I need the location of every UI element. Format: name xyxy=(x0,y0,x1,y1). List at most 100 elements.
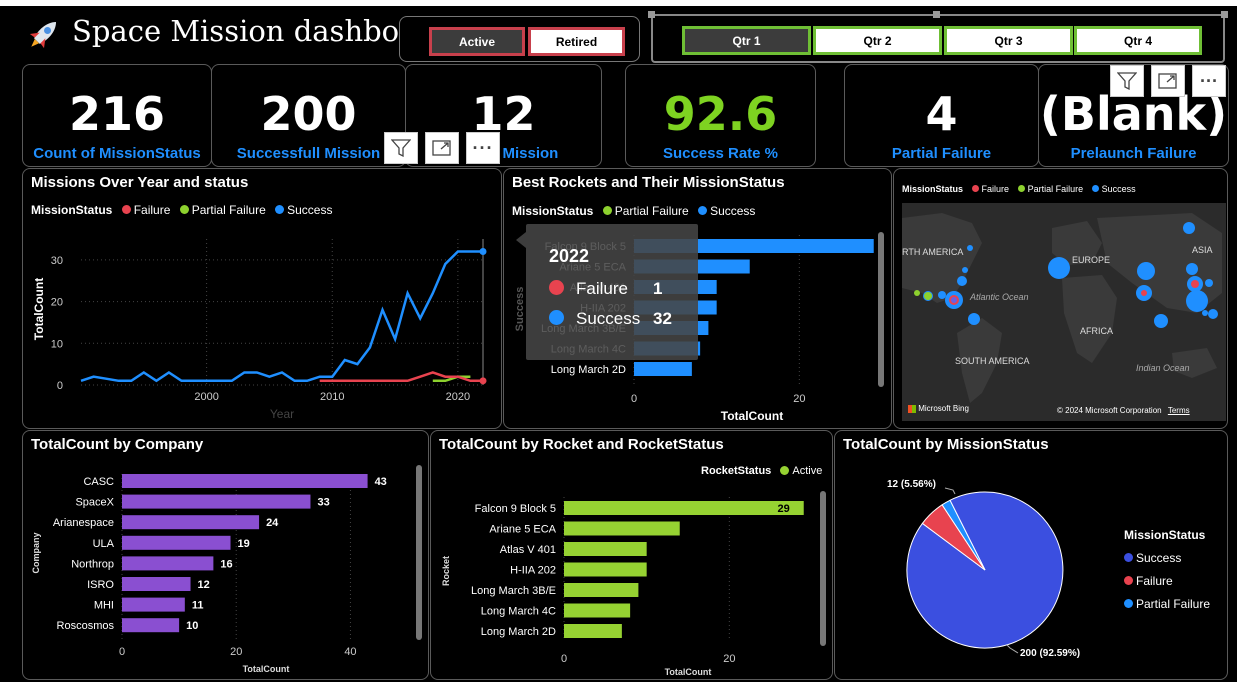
legend-failure-swatch xyxy=(1124,576,1133,586)
category-label: Long March 2D xyxy=(551,364,626,376)
bar xyxy=(122,556,214,571)
data-label: 12 xyxy=(198,579,210,591)
x-axis-title: Year xyxy=(270,407,294,421)
tooltip-label: Success xyxy=(576,309,641,328)
bar xyxy=(122,474,368,488)
data-label: 33 xyxy=(317,497,329,509)
y-axis-title: Company xyxy=(31,532,41,573)
qtr-1-button[interactable]: Qtr 1 xyxy=(682,26,811,55)
x-axis-title: TotalCount xyxy=(721,409,783,423)
category-label: Ariane 5 ECA xyxy=(489,524,556,536)
legend-label: Success xyxy=(1136,551,1182,565)
x-tick-label: 2000 xyxy=(194,391,218,403)
focus-mode-icon[interactable] xyxy=(1151,65,1185,97)
qtr-2-button[interactable]: Qtr 2 xyxy=(813,26,942,55)
bar xyxy=(564,603,631,618)
bar xyxy=(122,494,311,509)
bar xyxy=(564,521,680,536)
active-button[interactable]: Active xyxy=(429,27,525,56)
kpi-card-success-rate[interactable]: 92.6 Success Rate % xyxy=(625,64,816,167)
data-label: 19 xyxy=(238,538,250,550)
y-tick-label: 20 xyxy=(51,297,63,309)
vertical-scrollbar[interactable] xyxy=(878,232,884,387)
quarter-slicer: Qtr 1 Qtr 2 Qtr 3 Qtr 4 xyxy=(648,11,1228,63)
bar xyxy=(564,562,647,577)
category-label: MHI xyxy=(94,600,114,612)
map-terms-link[interactable]: Terms xyxy=(1168,406,1190,415)
bottom-edge xyxy=(0,682,1237,687)
x-axis-title: TotalCount xyxy=(243,664,290,674)
category-label: Falcon 9 Block 5 xyxy=(475,503,556,515)
legend-partial-failure: Partial Failure xyxy=(1027,184,1084,194)
vertical-scrollbar[interactable] xyxy=(820,491,826,646)
legend-failure: Failure xyxy=(981,184,1010,194)
y-axis-title: TotalCount xyxy=(32,278,46,340)
x-tick-label: 0 xyxy=(119,646,125,658)
company-chart-svg: Company TotalCount 0 20 40 CASC 43 SpaceX 33 Ar… xyxy=(31,474,387,674)
map-label-atlantic: Atlantic Ocean xyxy=(969,292,1029,302)
resize-handle-top[interactable] xyxy=(933,11,940,18)
tooltip-failure-swatch xyxy=(549,280,564,296)
more-options-icon[interactable]: ··· xyxy=(466,132,500,164)
map-label-indian-ocean: Indian Ocean xyxy=(1136,363,1190,373)
legend-label: Failure xyxy=(1136,574,1173,588)
filter-icon[interactable] xyxy=(1110,65,1144,97)
retired-button[interactable]: Retired xyxy=(528,27,625,56)
data-label: 29 xyxy=(777,503,789,515)
map-visual[interactable]: MissionStatus Failure Partial Failure Su… xyxy=(893,168,1228,429)
data-label: 10 xyxy=(186,620,198,632)
category-label: Roscosmos xyxy=(57,620,115,632)
x-tick-label: 0 xyxy=(631,393,637,405)
category-label: Arianespace xyxy=(53,517,114,529)
legend-item-failure[interactable]: Failure xyxy=(1124,570,1210,593)
world-map[interactable]: RTH AMERICA EUROPE ASIA Atlantic Ocean A… xyxy=(902,203,1226,421)
hover-point-success xyxy=(479,248,487,256)
legend-success: Success xyxy=(1101,184,1136,194)
tooltip-value: 32 xyxy=(653,309,672,328)
kpi-card-partial-failure[interactable]: 4 Partial Failure xyxy=(844,64,1039,167)
tooltip-row-failure: Failure 1 xyxy=(549,279,662,299)
resize-handle-right[interactable] xyxy=(1221,11,1228,18)
kpi-label: Partial Failure xyxy=(891,145,992,162)
kpi-label: a Mission xyxy=(490,145,559,162)
kpi-card-count-missionstatus[interactable]: 216 Count of MissionStatus xyxy=(22,64,212,167)
legend-partial-swatch xyxy=(1017,185,1025,193)
focus-mode-icon[interactable] xyxy=(425,132,459,164)
bar xyxy=(564,583,639,597)
map-label-north-america: RTH AMERICA xyxy=(902,247,963,257)
kpi-value: 216 xyxy=(68,87,166,141)
qtr-4-button[interactable]: Qtr 4 xyxy=(1074,26,1202,55)
filter-icon[interactable] xyxy=(384,132,418,164)
more-options-icon[interactable]: ··· xyxy=(1192,65,1226,97)
qtr-3-button[interactable]: Qtr 3 xyxy=(944,26,1073,55)
category-label: Atlas V 401 xyxy=(500,544,556,556)
rocket-visual[interactable]: TotalCount by Rocket and RocketStatus Ro… xyxy=(430,430,833,680)
resize-handle-left[interactable] xyxy=(648,11,655,18)
legend-title: MissionStatus xyxy=(902,184,964,194)
tooltip-pointer xyxy=(516,232,526,248)
missions-over-year-visual[interactable]: Missions Over Year and status MissionSta… xyxy=(22,168,502,429)
pie-label-bottom: 200 (92.59%) xyxy=(1020,648,1081,659)
category-label: Long March 4C xyxy=(481,606,556,618)
legend-label: Partial Failure xyxy=(1136,597,1211,611)
legend-success-swatch xyxy=(1124,553,1133,563)
vertical-scrollbar[interactable] xyxy=(416,465,422,640)
bar xyxy=(122,535,231,550)
bar xyxy=(634,362,692,376)
legend-partial-swatch xyxy=(1124,599,1133,609)
dashboard-canvas: Space Mission dashboard Active Retired Q… xyxy=(0,0,1237,687)
category-label: Northrop xyxy=(71,558,114,570)
legend-item-success[interactable]: Success xyxy=(1124,547,1210,570)
tooltip-value: 1 xyxy=(653,279,663,298)
kpi-label: Success Rate % xyxy=(662,145,779,162)
kpi-label: Successfull Mission xyxy=(236,145,381,162)
x-tick-label: 20 xyxy=(723,653,735,665)
kpi-card-successful-mission[interactable]: 200 Successfull Mission xyxy=(211,64,406,167)
map-copyright-text: © 2024 Microsoft Corporation xyxy=(1057,406,1162,415)
bing-brand-text: Microsoft Bing xyxy=(918,404,969,413)
company-visual[interactable]: TotalCount by Company Company TotalCount… xyxy=(22,430,429,680)
kpi-value: 92.6 xyxy=(663,87,778,141)
y-tick-label: 30 xyxy=(51,255,63,267)
legend-item-partial-failure[interactable]: Partial Failure xyxy=(1124,593,1210,616)
missionstatus-pie-visual[interactable]: TotalCount by MissionStatus 12 (5.56%) 2… xyxy=(834,430,1228,680)
